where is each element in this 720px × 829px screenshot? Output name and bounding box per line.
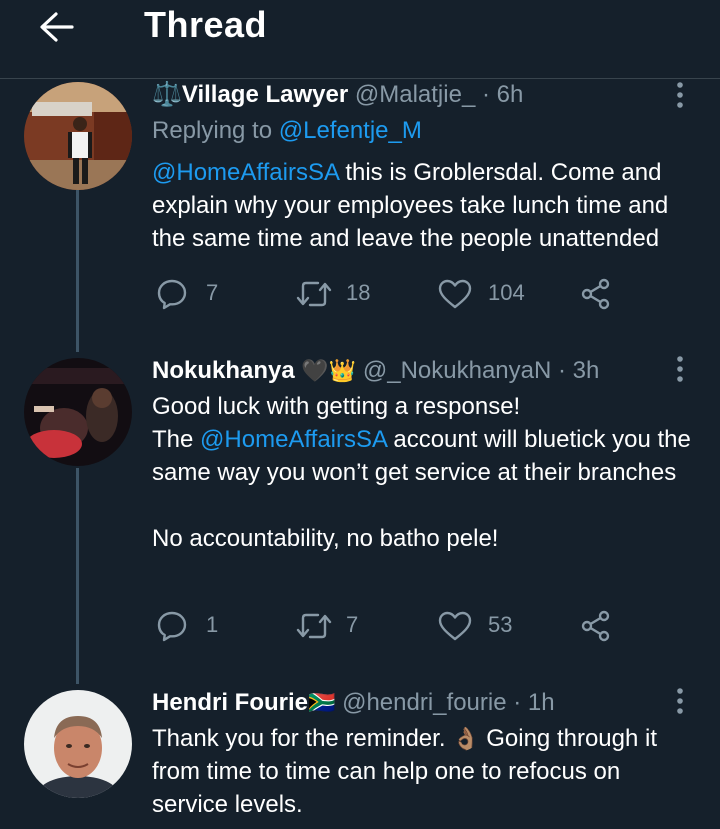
avatar[interactable] (24, 690, 132, 798)
display-name[interactable]: ⚖️Village Lawyer (152, 81, 348, 108)
tweet-text-content: Thank you for the reminder. (152, 725, 453, 752)
tweet-header: Hendri Fourie🇿🇦 @hendri_fourie · 1h (152, 688, 555, 718)
display-name[interactable]: Hendri Fourie (152, 689, 308, 716)
more-icon[interactable] (672, 355, 688, 383)
share-icon (581, 610, 610, 642)
reply-icon (157, 279, 187, 310)
separator-dot: · (558, 357, 566, 384)
separator-dot: · (481, 81, 490, 108)
reply-icon (157, 611, 187, 642)
top-bar: Thread (0, 0, 720, 79)
handle[interactable]: @hendri_fourie (342, 689, 506, 716)
tweet-text: Good luck with getting a response! The @… (152, 390, 702, 555)
tweet-header: Nokukhanya 🖤👑 @_NokukhanyaN · 3h (152, 356, 599, 386)
retweet-button[interactable]: 18 (296, 274, 406, 314)
reply-button[interactable]: 7 (156, 274, 246, 314)
thread-connector (76, 468, 79, 684)
tweet-line: Good luck with getting a response! (152, 393, 521, 420)
tweet-text-content: The (152, 426, 201, 453)
like-count: 53 (488, 612, 513, 637)
like-button[interactable]: 53 (438, 606, 548, 646)
tweet-text: @HomeAffairsSA this is Groblersdal. Come… (152, 156, 702, 255)
more-icon[interactable] (672, 81, 688, 109)
handle[interactable]: @_NokukhanyaN (363, 357, 551, 384)
retweet-count: 7 (346, 612, 359, 637)
tweet-text: Thank you for the reminder. 👌🏽 Going thr… (152, 722, 702, 821)
reply-count: 7 (206, 280, 219, 305)
like-icon (438, 279, 472, 309)
retweet-count: 18 (346, 280, 371, 305)
retweet-icon (296, 613, 332, 639)
tweet-header: ⚖️Village Lawyer @Malatjie_ · 6h (152, 80, 523, 110)
mention-link[interactable]: @HomeAffairsSA (200, 426, 387, 453)
more-icon[interactable] (672, 687, 688, 715)
retweet-icon (296, 281, 332, 307)
name-emoji: 🖤👑 (301, 358, 357, 383)
ok-hand-emoji: 👌🏽 (452, 726, 480, 751)
tweet-line: No accountability, no batho pele! (152, 525, 499, 552)
reply-to-mention[interactable]: @Lefentje_M (279, 117, 422, 144)
timestamp[interactable]: 3h (573, 357, 600, 384)
share-button[interactable] (580, 606, 614, 646)
replying-to: Replying to @Lefentje_M (152, 116, 422, 146)
like-icon (438, 611, 472, 641)
retweet-button[interactable]: 7 (296, 606, 406, 646)
reply-button[interactable]: 1 (156, 606, 246, 646)
avatar[interactable] (24, 82, 132, 190)
mention-link[interactable]: @HomeAffairsSA (152, 159, 339, 186)
name-emoji: 🇿🇦 (308, 690, 336, 715)
timestamp[interactable]: 1h (528, 689, 555, 716)
share-button[interactable] (580, 274, 614, 314)
timestamp[interactable]: 6h (497, 81, 524, 108)
reply-count: 1 (206, 612, 219, 637)
thread-connector (76, 190, 79, 352)
avatar[interactable] (24, 358, 132, 466)
page-title: Thread (144, 4, 268, 45)
replying-to-label: Replying to (152, 117, 273, 144)
share-icon (581, 278, 610, 310)
back-arrow-icon[interactable] (36, 6, 76, 46)
handle[interactable]: @Malatjie_ (355, 81, 475, 108)
like-button[interactable]: 104 (438, 274, 548, 314)
like-count: 104 (488, 280, 525, 305)
separator-dot: · (513, 689, 522, 716)
display-name[interactable]: Nokukhanya (152, 357, 295, 384)
